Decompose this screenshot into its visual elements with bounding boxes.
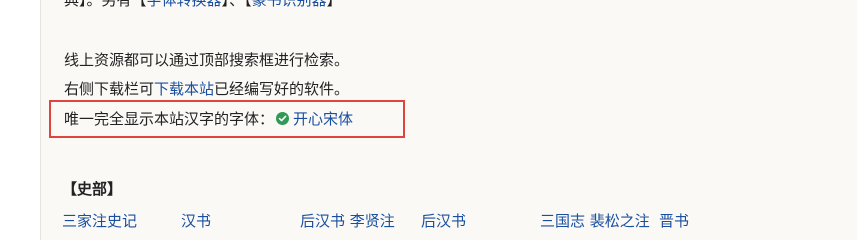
- font-converter-link[interactable]: 字体转换器: [147, 0, 222, 9]
- seal-script-identifier-link[interactable]: 篆书识别器: [252, 0, 327, 9]
- kaixin-songti-font-link[interactable]: 开心宋体: [293, 110, 353, 128]
- download-note: 右侧下载栏可下载本站已经编写好的软件。: [64, 80, 350, 98]
- book-link-hanshu[interactable]: 汉书: [181, 211, 211, 231]
- book-link-sanguozhi[interactable]: 三国志 裴松之注: [540, 211, 650, 231]
- download-site-link[interactable]: 下载本站: [154, 80, 214, 98]
- font-note-label: 唯一完全显示本站汉字的字体：: [64, 110, 275, 128]
- book-link-houhanshu[interactable]: 后汉书: [421, 211, 466, 231]
- book-link-houhanshu-lixian[interactable]: 后汉书 李贤注: [300, 211, 395, 231]
- book-link-jinshu[interactable]: 晋书: [659, 211, 689, 231]
- check-circle-icon: [276, 112, 290, 125]
- search-note: 线上资源都可以通过顶部搜索框进行检索。: [64, 51, 350, 69]
- intro-cut-text: 典】。另有: [64, 0, 132, 9]
- font-note: 唯一完全显示本站汉字的字体： 开心宋体: [64, 109, 353, 129]
- intro-line: 典】。另有【字体转换器】、【篆书识别器】: [64, 0, 342, 10]
- book-link-shiji[interactable]: 三家注史记: [62, 211, 137, 231]
- section-heading-shibu: 【史部】: [62, 180, 123, 198]
